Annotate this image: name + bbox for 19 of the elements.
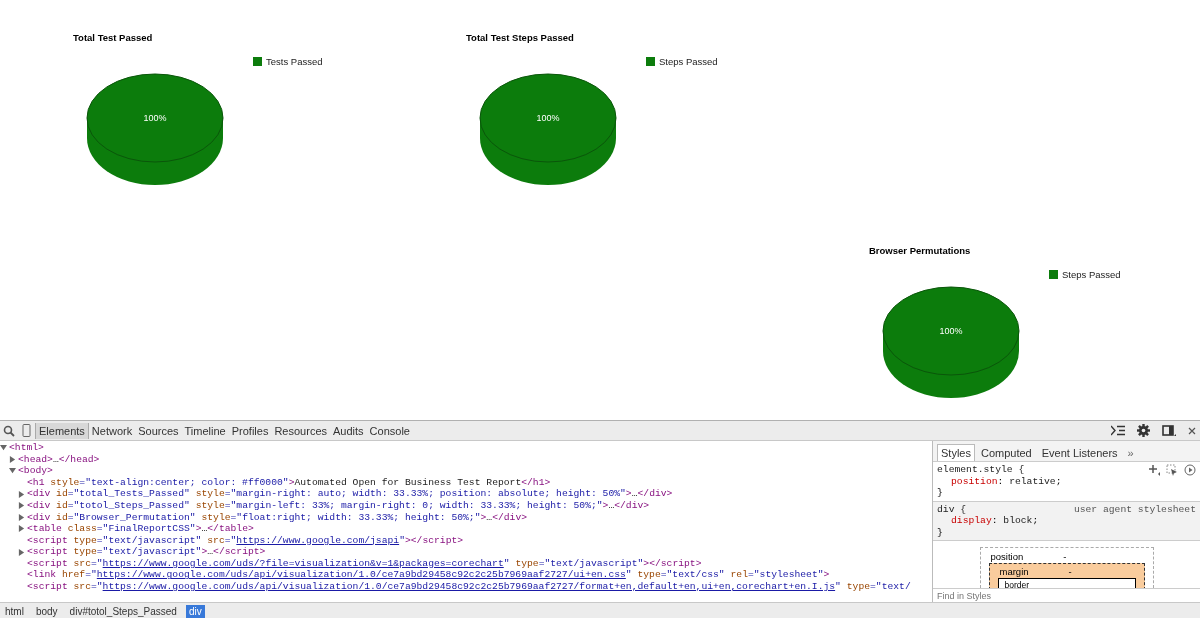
rule-selector: div { — [937, 503, 967, 515]
value-label: 100% — [939, 326, 963, 336]
box-label: position — [990, 551, 1024, 562]
box-label: border — [1004, 580, 1030, 588]
legend-label: Steps Passed — [659, 56, 718, 67]
box-value: - — [1068, 566, 1072, 577]
box-label: margin — [999, 566, 1029, 577]
legend-label: Tests Passed — [266, 56, 323, 67]
box-value: - — [1063, 551, 1067, 562]
chart-title: Total Test Steps Passed — [466, 32, 574, 43]
chart-title: Total Test Passed — [73, 32, 153, 43]
value-label: 100% — [536, 113, 560, 123]
chart-title: Browser Permutations — [869, 245, 971, 256]
rule-source: user agent stylesheet — [1073, 503, 1196, 515]
rule-brace: } — [937, 487, 943, 498]
rule-selector: element.style { — [937, 464, 1025, 476]
rule-brace: } — [937, 526, 943, 538]
legend-label: Steps Passed — [1062, 269, 1121, 280]
value-label: 100% — [143, 113, 167, 123]
